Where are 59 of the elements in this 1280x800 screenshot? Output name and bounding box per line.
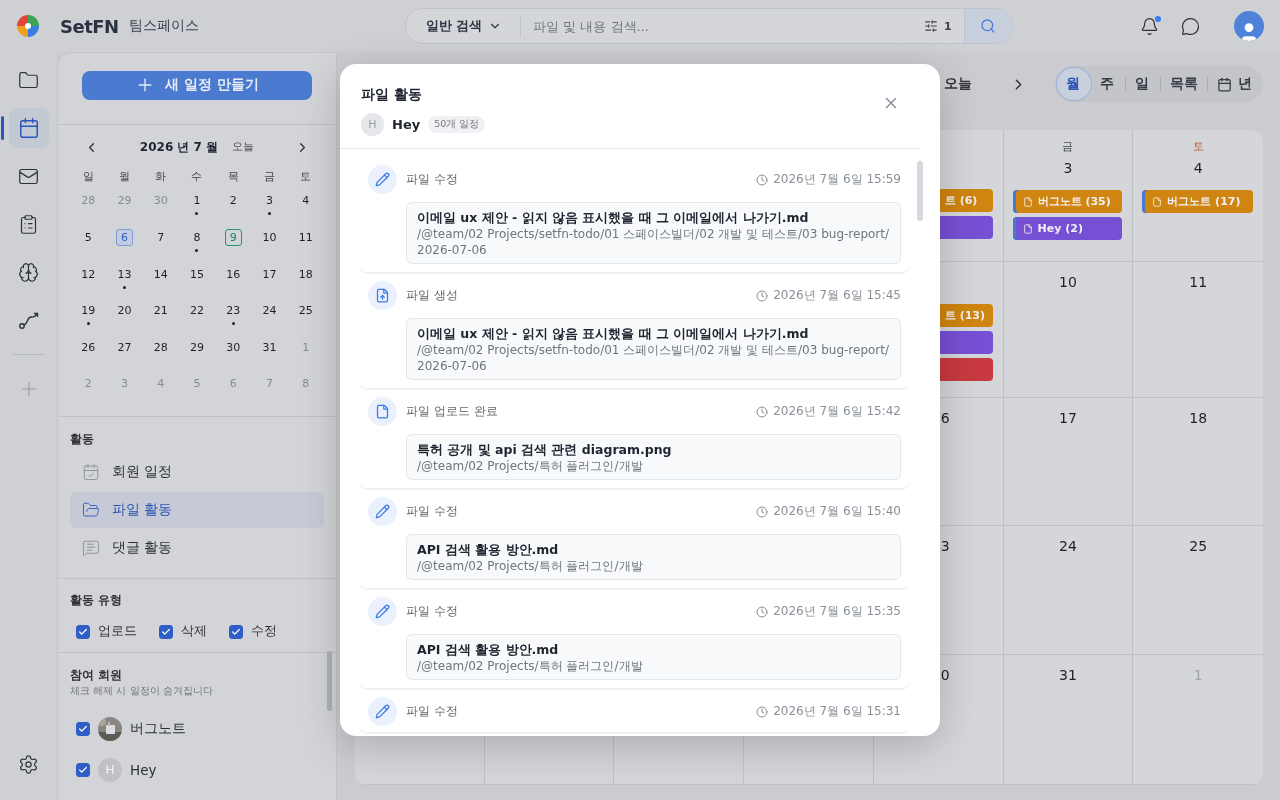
action-label: 파일 수정: [406, 171, 458, 188]
member-name: Hey: [130, 761, 157, 778]
date-number: 4: [1193, 160, 1203, 178]
date-number: 6: [940, 410, 950, 428]
workspace-name: 팀스페이스: [128, 17, 199, 35]
file-name: 이메일 ux 제안 - 읽지 않음 표시했을 때 그 이메일에서 나가기.md: [417, 209, 810, 226]
weekday-label: 토: [300, 169, 312, 185]
timestamp-text: 2026년 7월 6일 15:40: [773, 503, 901, 520]
checkbox-label: 업로드: [98, 623, 137, 641]
weekday-label: 금: [264, 169, 276, 185]
action-label: 파일 생성: [406, 287, 458, 304]
action-label: 파일 수정: [406, 603, 458, 620]
month-title: 2026 년 7 월: [139, 138, 219, 156]
file-name: 특허 공개 및 api 검색 관련 diagram.png: [417, 441, 673, 458]
timestamp-text: 2026년 7월 6일 15:42: [773, 403, 901, 420]
date-number: 25: [1189, 538, 1208, 556]
weekday-label: 목: [227, 169, 239, 185]
weekday-label: 토: [1192, 140, 1204, 154]
brand-name: SetFN: [60, 15, 119, 37]
timestamp-text: 2026년 7월 6일 15:45: [773, 287, 901, 304]
member-name: 버그노트: [130, 719, 186, 738]
file-path: /@team/02 Projects/특허 플러그인/개발: [417, 558, 644, 574]
weekday-label: 화: [155, 169, 167, 185]
action-label: 파일 수정: [406, 703, 458, 720]
weekday-label: 월: [118, 169, 130, 185]
weekday-label: 금: [1062, 140, 1074, 154]
user-name: Hey: [392, 117, 421, 132]
section-title: 참여 회원: [70, 667, 124, 684]
timestamp-text: 2026년 7월 6일 15:59: [773, 171, 901, 188]
date-number: 24: [1059, 538, 1077, 556]
user-avatar: H: [361, 113, 384, 136]
dialog-title: 파일 활동: [361, 86, 423, 104]
action-label: 파일 업로드 완료: [406, 403, 498, 420]
file-path: /@team/02 Projects/특허 플러그인/개발: [417, 458, 644, 474]
file-path: /@team/02 Projects/특허 플러그인/개발: [417, 658, 644, 674]
section-title: 활동: [70, 430, 95, 448]
checkbox-label: 수정: [251, 623, 277, 641]
file-name: API 검색 활용 방안.md: [417, 641, 560, 658]
timestamp-text: 2026년 7월 6일 15:35: [773, 603, 901, 620]
count-badge: 50개 일정: [428, 116, 486, 133]
hint-text: 체크 해제 시 일정이 숨겨집니다: [70, 684, 214, 698]
date-number: 3: [940, 538, 950, 556]
date-number: 10: [1059, 274, 1077, 292]
action-label: 파일 수정: [406, 503, 458, 520]
section-title: 활동 유형: [70, 592, 124, 610]
checkbox-label: 삭제: [181, 623, 207, 641]
timestamp-text: 2026년 7월 6일 15:31: [773, 703, 901, 720]
date-number: 31: [1059, 667, 1077, 685]
date-number: 3: [1063, 160, 1073, 178]
date-number: 0: [940, 667, 950, 685]
file-name: API 검색 활용 방안.md: [417, 541, 560, 558]
date-number: 11: [1189, 274, 1208, 292]
file-path: /@team/02 Projects/setfn-todo/01 스페이스빌더/02 개발 및 테스트/03 bug-report/2026-07-06: [417, 342, 890, 374]
file-name: 이메일 ux 제안 - 읽지 않음 표시했을 때 그 이메일에서 나가기.md: [417, 325, 810, 342]
date-number: 18: [1189, 410, 1208, 428]
weekday-label: 일: [82, 169, 94, 185]
date-number: 17: [1059, 410, 1077, 428]
file-path: /@team/02 Projects/setfn-todo/01 스페이스빌더/02 개발 및 테스트/03 bug-report/2026-07-06: [417, 226, 890, 258]
weekday-label: 수: [191, 169, 203, 185]
